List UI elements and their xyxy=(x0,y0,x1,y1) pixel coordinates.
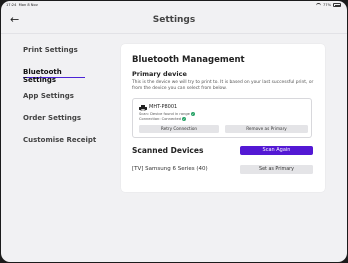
check-circle-icon: ✓ xyxy=(190,112,195,116)
wifi-icon xyxy=(316,3,321,7)
battery-icon xyxy=(333,3,341,7)
sidebar-item-app-settings[interactable]: App Settings xyxy=(23,92,103,100)
app-screen: 17:24 Mon 8 Nov 77% ← Settings Print Set… xyxy=(1,1,347,262)
sidebar-item-customise-receipt[interactable]: Customise Receipt xyxy=(23,136,103,144)
check-circle-icon: ✓ xyxy=(182,117,187,121)
sidebar-item-print-settings[interactable]: Print Settings xyxy=(23,46,103,54)
battery-percent: 77% xyxy=(323,3,331,7)
device-name: MHT-P8001 xyxy=(149,104,178,110)
card-title: Bluetooth Management xyxy=(132,55,245,65)
sidebar-item-order-settings[interactable]: Order Settings xyxy=(23,114,103,122)
device-connection-status: Connection: Connected ✓ xyxy=(139,117,187,121)
primary-device-title: Primary device xyxy=(132,70,187,78)
primary-device-description: This is the device we will try to print … xyxy=(132,80,314,91)
header: ← Settings xyxy=(1,9,347,34)
device-scan-status: Scan: Device found in range ✓ xyxy=(139,112,195,116)
status-time: 17:24 Mon 8 Nov xyxy=(6,3,38,7)
sidebar: Print Settings Bluetooth Settings App Se… xyxy=(23,46,103,158)
scanned-device-name: [TV] Samsung 6 Series (40) xyxy=(132,166,208,172)
status-bar: 17:24 Mon 8 Nov 77% xyxy=(1,1,347,9)
sidebar-item-bluetooth-settings[interactable]: Bluetooth Settings xyxy=(23,68,85,84)
printer-icon xyxy=(139,105,147,111)
set-as-primary-button[interactable]: Set as Primary xyxy=(240,165,313,174)
primary-device-panel: MHT-P8001 Scan: Device found in range ✓ … xyxy=(132,98,312,138)
page-title: Settings xyxy=(152,15,196,25)
scan-again-button[interactable]: Scan Again xyxy=(240,146,313,155)
retry-connection-button[interactable]: Retry Connection xyxy=(139,125,219,133)
scanned-devices-title: Scanned Devices xyxy=(132,146,204,155)
status-right: 77% xyxy=(316,1,341,9)
bluetooth-management-card: Bluetooth Management Primary device This… xyxy=(121,44,325,192)
remove-as-primary-button[interactable]: Remove as Primary xyxy=(225,125,308,133)
